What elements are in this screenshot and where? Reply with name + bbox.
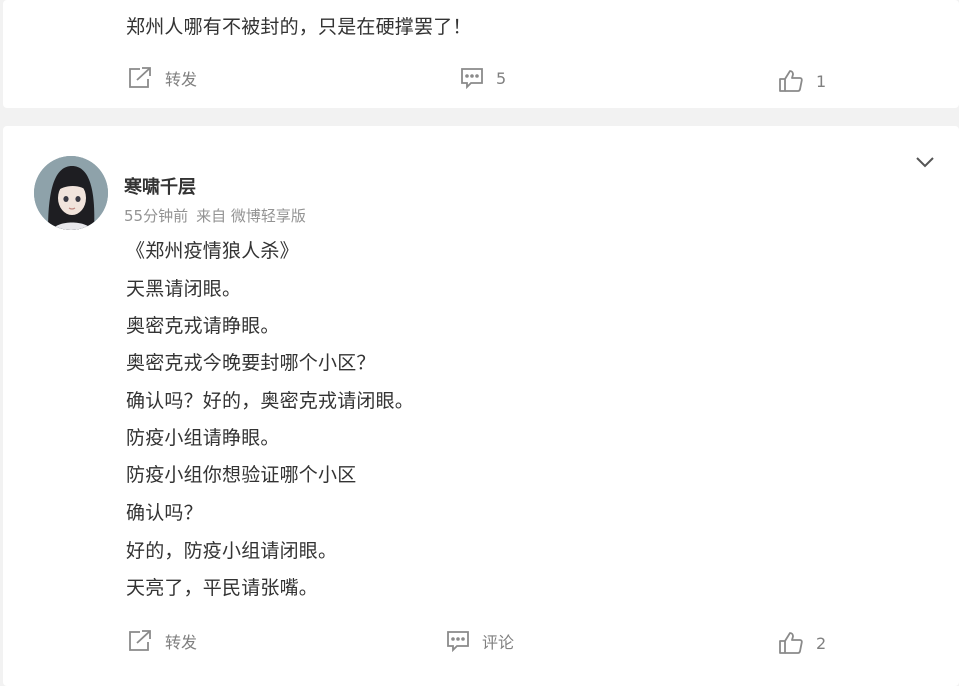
more-options-button[interactable] — [915, 153, 935, 172]
comment-label: 评论 — [482, 633, 515, 652]
repost-button[interactable]: 转发 — [127, 626, 197, 656]
comment-icon — [446, 630, 470, 652]
post-card: 寒啸千层 55分钟前 来自 微博轻享版 《郑州疫情狼人杀》 天黑请闭眼。 奥密克戎… — [3, 126, 959, 686]
thumbs-up-icon — [778, 631, 804, 655]
post-meta: 55分钟前 来自 微博轻享版 — [124, 205, 306, 226]
username[interactable]: 寒啸千层 — [124, 173, 196, 199]
post-line: 防疫小组请睁眼。 — [126, 427, 280, 449]
comment-icon — [460, 67, 484, 89]
post-text: 郑州人哪有不被封的，只是在硬撑罢了！ — [126, 16, 472, 38]
like-count: 1 — [816, 71, 827, 91]
post-source: 来自 微博轻享版 — [196, 207, 306, 225]
thumbs-up-icon — [778, 69, 804, 93]
post-line: 天亮了，平民请张嘴。 — [126, 577, 319, 599]
comment-button[interactable]: 评论 — [446, 626, 514, 656]
post-line: 确认吗？ — [126, 502, 203, 524]
chevron-down-icon — [915, 153, 935, 172]
avatar[interactable] — [34, 156, 108, 230]
post-line: 好的，防疫小组请闭眼。 — [126, 540, 338, 562]
post-card-previous: 郑州人哪有不被封的，只是在硬撑罢了！ 转发 5 1 — [3, 0, 959, 108]
post-line: 确认吗？好的，奥密克戎请闭眼。 — [126, 390, 415, 412]
like-button[interactable]: 2 — [778, 628, 826, 658]
post-line: 《郑州疫情狼人杀》 — [126, 240, 299, 262]
post-line: 防疫小组你想验证哪个小区 — [126, 464, 357, 486]
share-icon — [127, 629, 153, 653]
share-icon — [127, 66, 153, 90]
comment-button[interactable]: 5 — [460, 63, 506, 93]
like-button[interactable]: 1 — [778, 66, 826, 96]
repost-label: 转发 — [165, 70, 198, 89]
action-bar: 转发 5 1 — [3, 63, 959, 93]
post-line: 天黑请闭眼。 — [126, 278, 242, 300]
comment-count: 5 — [496, 68, 507, 88]
repost-button[interactable]: 转发 — [127, 63, 197, 93]
post-line: 奥密克戎请睁眼。 — [126, 315, 280, 337]
post-time[interactable]: 55分钟前 — [124, 207, 188, 225]
repost-label: 转发 — [165, 633, 198, 652]
like-count: 2 — [816, 633, 827, 653]
action-bar: 转发 评论 2 — [3, 626, 959, 656]
post-line: 奥密克戎今晚要封哪个小区？ — [126, 352, 376, 374]
